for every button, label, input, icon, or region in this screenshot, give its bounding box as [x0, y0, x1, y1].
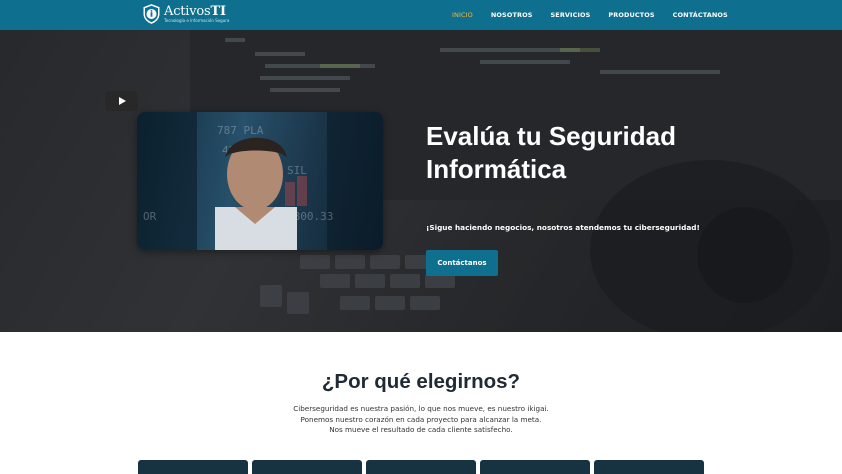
play-button[interactable]	[105, 91, 138, 111]
hero-subtitle: ¡Sigue haciendo negocios, nosotros atend…	[426, 223, 700, 232]
hero-section: 787 PLA 427 TUN SIL 7800.33 OR	[0, 30, 842, 332]
nav-item-nosotros[interactable]: NOSOTROS	[491, 11, 533, 19]
main-nav: INICIO NOSOTROS SERVICIOS PRODUCTOS CONT…	[452, 0, 746, 30]
hero-title: Evalúa tu Seguridad Informática	[426, 121, 676, 184]
logo[interactable]: ActivosTI Tecnología e Información Segur…	[142, 4, 229, 24]
play-icon	[118, 97, 126, 105]
nav-item-contactanos[interactable]: CONTÁCTANOS	[673, 11, 728, 19]
nav-item-inicio[interactable]: INICIO	[452, 11, 473, 19]
svg-text:787 PLA: 787 PLA	[217, 124, 264, 137]
video-thumbnail[interactable]: 787 PLA 427 TUN SIL 7800.33 OR	[137, 112, 383, 250]
page: ActivosTI Tecnología e Información Segur…	[0, 0, 842, 474]
feature-card[interactable]	[252, 460, 362, 474]
svg-text:SIL: SIL	[287, 164, 307, 177]
logo-name: ActivosTI	[164, 4, 226, 19]
section-title: ¿Por qué elegirnos?	[321, 370, 521, 393]
nav-item-productos[interactable]: PRODUCTOS	[608, 11, 654, 19]
video-preview-image: 787 PLA 427 TUN SIL 7800.33 OR	[137, 112, 383, 250]
top-navbar: ActivosTI Tecnología e Información Segur…	[0, 0, 842, 30]
shield-logo-icon	[143, 4, 160, 24]
feature-card[interactable]	[366, 460, 476, 474]
contact-button[interactable]: Contáctanos	[426, 250, 498, 276]
feature-cards	[138, 460, 704, 474]
feature-card[interactable]	[480, 460, 590, 474]
feature-card[interactable]	[594, 460, 704, 474]
section-description: Ciberseguridad es nuestra pasión, lo que…	[293, 404, 549, 434]
nav-item-servicios[interactable]: SERVICIOS	[551, 11, 591, 19]
logo-tagline: Tecnología e Información Segura	[164, 18, 230, 23]
svg-text:OR: OR	[143, 210, 157, 223]
feature-card[interactable]	[138, 460, 248, 474]
